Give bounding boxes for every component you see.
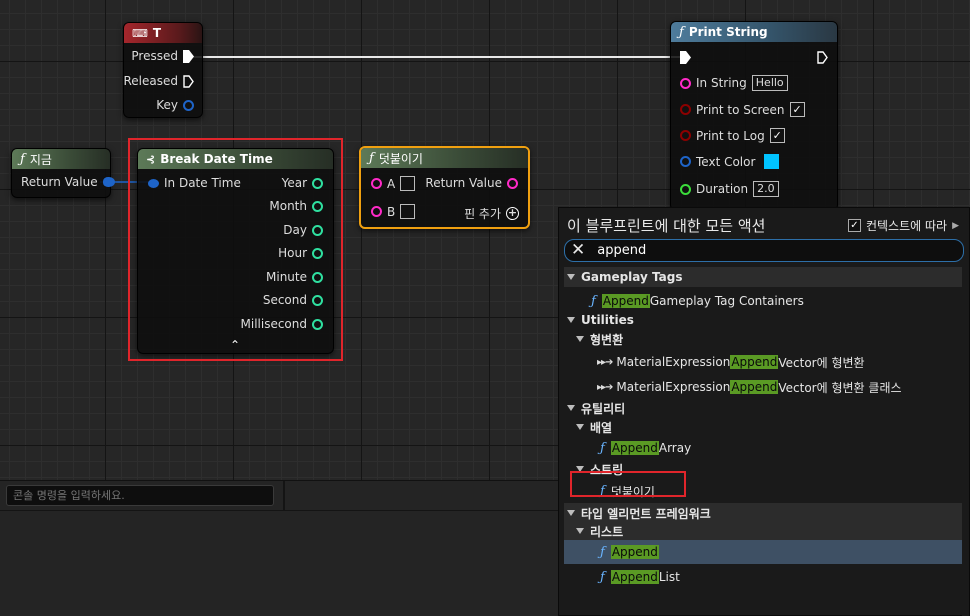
function-icon: ƒ — [600, 569, 605, 585]
bool-pin-icon — [680, 104, 691, 115]
function-icon: ƒ — [600, 440, 605, 456]
action-menu: 이 블루프린트에 대한 모든 액션 ✓ 컨텍스트에 따라 ▶ ✕ Gamepla… — [558, 207, 970, 616]
node-print-title: Print String — [688, 25, 768, 39]
in-string-value[interactable]: Hello — [751, 75, 788, 91]
exec-out-icon[interactable] — [817, 51, 828, 64]
keyboard-icon: ⌨ — [132, 26, 148, 40]
category-type-element[interactable]: 타입 엘리먼트 프레임워크 — [564, 503, 964, 523]
expand-arrow-icon — [576, 336, 584, 342]
pin-in-string[interactable]: In String Hello — [680, 75, 788, 91]
function-icon: ƒ — [679, 24, 684, 40]
expand-arrow-icon — [567, 317, 575, 323]
action-search-input[interactable] — [597, 243, 898, 258]
pin-append-a[interactable]: A — [371, 176, 416, 191]
node-key-t-header: ⌨ T — [124, 23, 202, 43]
category-gameplay-tags[interactable]: Gameplay Tags — [564, 267, 964, 287]
action-append-array[interactable]: ƒ Append Array — [564, 436, 964, 460]
clear-search-icon[interactable]: ✕ — [571, 242, 585, 259]
duration-value[interactable]: 2.0 — [753, 181, 779, 197]
string-pin-icon — [680, 77, 691, 89]
bool-pin-icon — [680, 130, 691, 141]
string-pin-icon — [371, 178, 382, 189]
pin-append-return[interactable]: Return Value — [425, 176, 518, 190]
pin-b-value-box[interactable] — [400, 204, 416, 219]
context-sensitive-toggle[interactable]: ✓ 컨텍스트에 따라 ▶ — [847, 217, 959, 234]
node-now-title: 지금 — [29, 152, 52, 167]
action-append-list[interactable]: ƒ Append List — [564, 565, 964, 589]
pin-now-return[interactable]: Return Value — [21, 175, 115, 189]
console-input-bar — [0, 510, 560, 511]
pin-print-log[interactable]: Print to Log ✓ — [680, 128, 785, 143]
pin-released[interactable]: Released — [123, 74, 194, 88]
highlight-box-break-date — [128, 138, 343, 361]
exec-pin-filled-icon — [183, 49, 194, 63]
category-utility-kr[interactable]: 유틸리티 — [564, 398, 964, 418]
node-print-string[interactable]: ƒ Print String In String Hello Print to … — [670, 21, 838, 211]
expand-arrow-icon — [576, 528, 584, 534]
print-screen-checkbox[interactable]: ✓ — [789, 102, 805, 117]
struct-pin-icon — [102, 177, 115, 187]
struct-pin-icon — [183, 99, 194, 111]
action-list-scrollbar[interactable] — [962, 266, 969, 616]
action-append-list-selected[interactable]: ƒ Append — [564, 540, 964, 564]
action-material-append-vector[interactable]: ▸▸➔ MaterialExpression Append Vector에 형변환 — [564, 350, 964, 374]
function-icon: ƒ — [369, 150, 374, 166]
node-now[interactable]: ƒ 지금 Return Value — [11, 148, 115, 198]
console-divider — [283, 481, 285, 511]
node-append-header: ƒ 덧붙이기 — [361, 148, 528, 168]
pin-print-screen[interactable]: Print to Screen ✓ — [680, 102, 805, 117]
float-pin-icon — [680, 183, 691, 195]
pin-a-value-box[interactable] — [400, 176, 416, 191]
expand-arrow-icon — [576, 424, 584, 430]
text-color-swatch[interactable] — [764, 154, 780, 169]
expand-arrow-icon — [567, 274, 575, 280]
print-log-checkbox[interactable]: ✓ — [769, 128, 785, 143]
pin-append-b[interactable]: B — [371, 204, 416, 219]
pin-text-color[interactable]: Text Color — [680, 154, 780, 169]
function-icon: ƒ — [591, 293, 596, 309]
triangle-right-icon: ▶ — [952, 220, 959, 231]
pin-pressed[interactable]: Pressed — [131, 49, 194, 63]
action-tree: Gameplay Tags ƒ Append Gameplay Tag Cont… — [564, 265, 964, 615]
pin-duration[interactable]: Duration 2.0 — [680, 181, 779, 197]
context-checkbox[interactable]: ✓ — [847, 219, 861, 232]
category-array[interactable]: 배열 — [564, 417, 964, 437]
node-append[interactable]: ƒ 덧붙이기 A B Return Value 핀 추가 + — [359, 146, 530, 229]
node-key-t[interactable]: ⌨ T Pressed Released Key — [123, 22, 203, 118]
highlight-box-append-item — [570, 471, 686, 497]
function-icon: ƒ — [20, 151, 25, 167]
context-label: 컨텍스트에 따라 — [865, 219, 948, 233]
action-material-append-vector-class[interactable]: ▸▸➔ MaterialExpression Append Vector에 형변환 … — [564, 375, 964, 399]
node-now-header: ƒ 지금 — [12, 149, 110, 169]
expand-arrow-icon — [567, 510, 575, 516]
node-key-t-title: T — [152, 26, 162, 40]
add-pin-button[interactable]: 핀 추가 + — [464, 205, 519, 222]
linear-color-pin-icon — [680, 156, 691, 167]
expand-arrow-icon — [567, 405, 575, 411]
action-menu-title: 이 블루프린트에 대한 모든 액션 — [567, 217, 766, 235]
string-pin-icon — [507, 177, 518, 189]
console-input[interactable] — [6, 485, 274, 506]
action-search[interactable]: ✕ — [564, 239, 964, 262]
exec-in-icon — [680, 51, 691, 64]
node-print-header: ƒ Print String — [671, 22, 837, 42]
category-utilities[interactable]: Utilities — [564, 310, 964, 330]
exec-pin-hollow-icon — [183, 74, 194, 88]
node-append-title: 덧붙이기 — [378, 151, 423, 166]
function-icon: ƒ — [600, 544, 605, 560]
string-pin-icon — [371, 206, 382, 217]
conversion-arrow-icon: ▸▸➔ — [597, 356, 613, 368]
plus-circle-icon: + — [506, 206, 519, 220]
pin-key[interactable]: Key — [156, 98, 194, 112]
category-conversion[interactable]: 형변환 — [564, 329, 964, 349]
conversion-arrow-icon: ▸▸➔ — [597, 381, 613, 393]
category-list[interactable]: 리스트 — [564, 521, 964, 541]
